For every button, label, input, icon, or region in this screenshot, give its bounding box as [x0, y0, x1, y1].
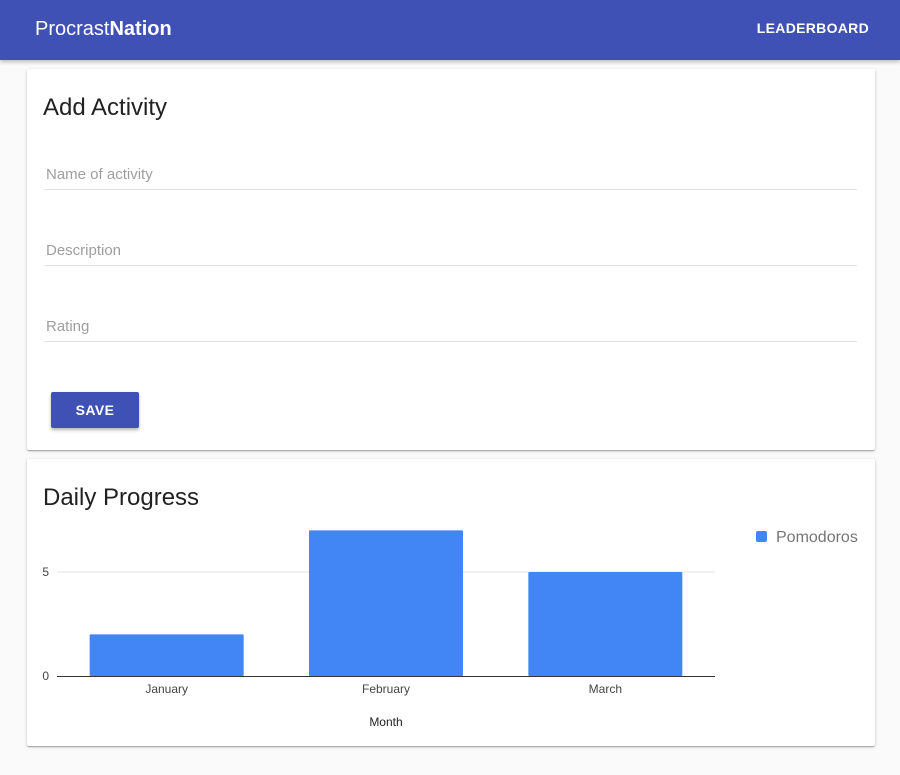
- bar-march: [528, 572, 683, 676]
- y-tick-label-5: 5: [42, 565, 49, 579]
- brand-suffix: Nation: [109, 18, 172, 40]
- add-activity-card: Add Activity SAVE: [27, 69, 875, 450]
- x-tick-label-january: January: [145, 682, 188, 696]
- brand-prefix: Procrast: [35, 18, 110, 40]
- x-tick-label-march: March: [589, 682, 622, 696]
- daily-progress-card: Daily Progress 0 5 January February March Mon…: [27, 459, 875, 746]
- save-button[interactable]: SAVE: [51, 392, 139, 428]
- y-tick-label-0: 0: [42, 669, 49, 683]
- bar-february: [309, 530, 463, 676]
- app-bar: ProcrastNation LEADERBOARD: [0, 0, 900, 60]
- legend-swatch: [756, 531, 767, 542]
- bar-january: [89, 634, 244, 676]
- description-input[interactable]: [45, 236, 857, 266]
- x-tick-label-february: February: [362, 682, 410, 696]
- legend-label-pomodoros: Pomodoros: [776, 529, 858, 546]
- x-axis-title: Month: [369, 715, 402, 729]
- add-activity-title: Add Activity: [43, 94, 168, 121]
- activity-name-input[interactable]: [45, 160, 857, 190]
- leaderboard-link[interactable]: LEADERBOARD: [757, 20, 869, 37]
- app-logo[interactable]: ProcrastNation: [35, 17, 172, 41]
- progress-chart: 0 5 January February March Month: [42, 530, 715, 729]
- rating-input[interactable]: [45, 312, 857, 342]
